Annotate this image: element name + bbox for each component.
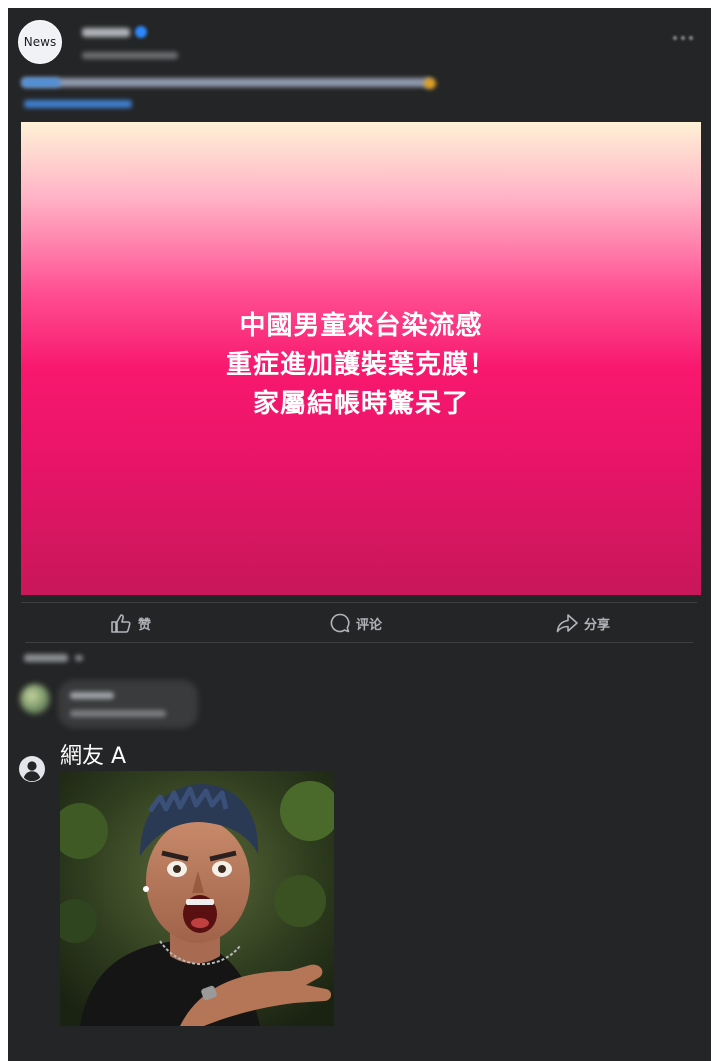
commenter-name[interactable]: 網友 A	[60, 738, 126, 770]
verified-badge-icon	[135, 26, 147, 38]
comment-sort-redacted[interactable]	[24, 654, 68, 662]
share-label: 分享	[584, 617, 611, 633]
user-avatar-icon[interactable]	[19, 756, 45, 782]
post-timestamp-redacted[interactable]	[82, 52, 178, 59]
post-headline: 中國男童來台染流感 重症進加護裝葉克膜！ 家屬結帳時驚呆了	[226, 307, 496, 424]
share-button[interactable]: 分享	[556, 611, 610, 635]
post-caption-link-redacted[interactable]	[22, 78, 60, 87]
facebook-post-card: News 中國男童來台染流感 重症進加護裝葉克膜！ 家屬結帳時驚呆了 赞 评论 …	[8, 8, 711, 1061]
divider	[25, 642, 693, 643]
commenter-avatar-redacted[interactable]	[20, 684, 50, 714]
commenter-name-redacted[interactable]	[70, 692, 114, 699]
share-arrow-icon	[556, 613, 578, 633]
page-avatar[interactable]: News	[18, 20, 62, 64]
post-link-redacted[interactable]	[24, 100, 132, 108]
comment-bubble-redacted	[58, 680, 198, 728]
comment-button[interactable]: 评论	[330, 611, 382, 635]
headline-line: 家屬結帳時驚呆了	[252, 389, 469, 419]
like-label: 赞	[138, 617, 152, 633]
thumbs-up-icon	[110, 613, 132, 633]
like-button[interactable]: 赞	[110, 611, 151, 635]
post-image[interactable]: 中國男童來台染流感 重症進加護裝葉克膜！ 家屬結帳時驚呆了	[21, 122, 701, 595]
comment-label: 评论	[356, 617, 383, 633]
comment-bubble-icon	[330, 613, 350, 633]
page-name-redacted[interactable]	[82, 28, 130, 37]
meme-image[interactable]	[60, 771, 334, 1026]
chevron-down-icon[interactable]	[75, 655, 83, 661]
headline-line: 中國男童來台染流感	[239, 311, 483, 341]
comment-text-redacted	[70, 710, 166, 717]
more-options-icon[interactable]	[673, 36, 693, 42]
post-caption-redacted	[22, 78, 432, 87]
divider	[21, 602, 697, 603]
caption-emoji-icon	[424, 78, 436, 89]
headline-line: 重症進加護裝葉克膜！	[225, 350, 496, 380]
